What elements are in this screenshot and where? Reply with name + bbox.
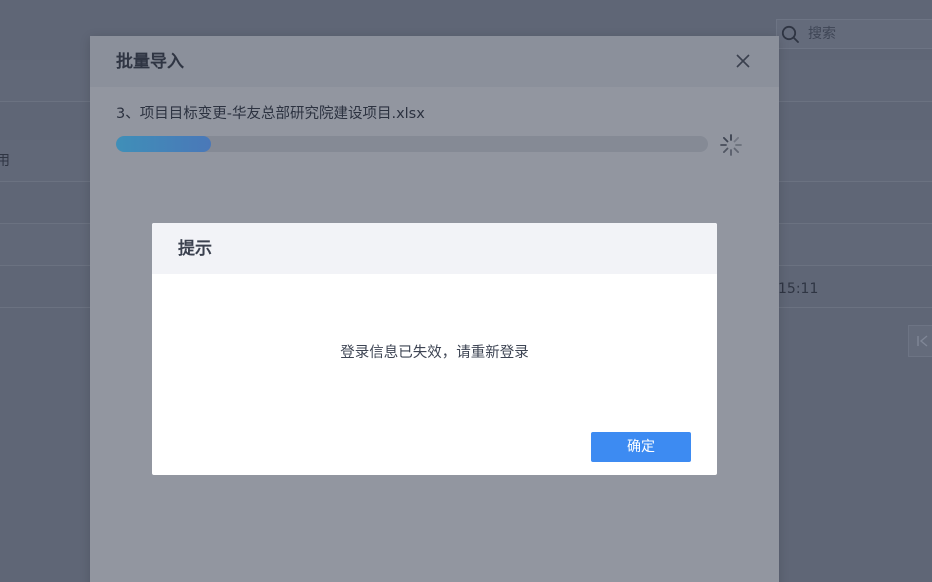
upload-progress-bar <box>116 136 708 152</box>
confirm-button[interactable]: 确定 <box>591 432 691 462</box>
search-icon <box>781 25 799 43</box>
close-icon[interactable] <box>734 52 752 70</box>
alert-dialog: 提示 登录信息已失效，请重新登录 确定 <box>152 223 717 475</box>
table-cell-text: 用 <box>0 153 10 169</box>
dialog-header: 批量导入 <box>90 36 779 87</box>
alert-message: 登录信息已失效，请重新登录 <box>340 345 529 361</box>
first-page-icon <box>917 335 928 347</box>
upload-progress-fill <box>116 136 211 152</box>
screen: 搜索 用 15:11 批量导入 3、项目目标变更-华友总部研究院建设项目.xls… <box>0 0 932 582</box>
search-placeholder: 搜索 <box>808 26 836 42</box>
loading-spinner-icon <box>720 134 742 156</box>
dialog-title: 批量导入 <box>116 52 184 72</box>
upload-file-name: 3、项目目标变更-华友总部研究院建设项目.xlsx <box>116 106 425 122</box>
pager-first-button[interactable] <box>908 325 932 357</box>
search-box[interactable]: 搜索 <box>776 19 932 49</box>
table-cell-time: 15:11 <box>778 281 819 297</box>
alert-header: 提示 <box>152 223 717 274</box>
alert-title: 提示 <box>178 239 212 259</box>
